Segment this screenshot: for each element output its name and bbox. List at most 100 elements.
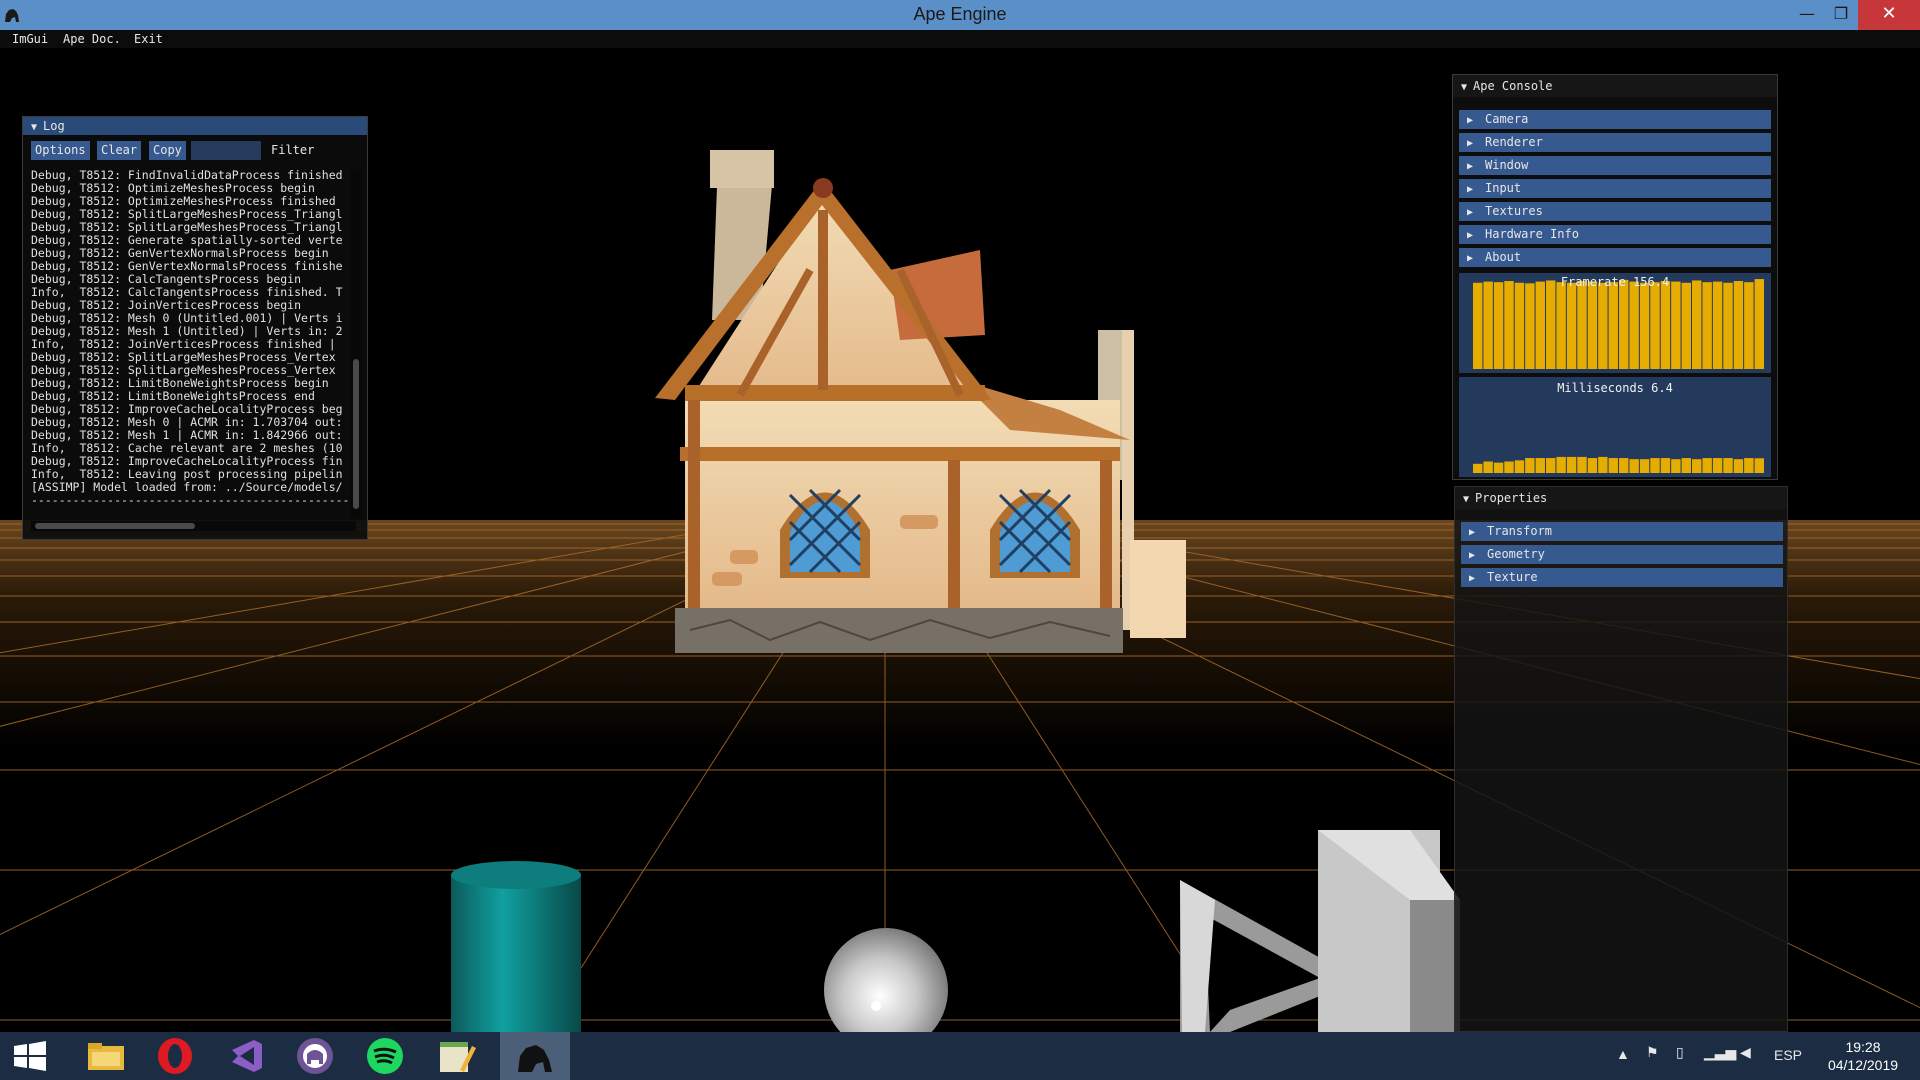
windows-start-icon[interactable] bbox=[0, 1032, 70, 1080]
clock-time: 19:28 bbox=[1845, 1039, 1881, 1055]
milliseconds-bar bbox=[1587, 458, 1598, 473]
file-explorer-icon[interactable] bbox=[70, 1032, 140, 1080]
header-transform[interactable]: ▶ Transform bbox=[1461, 522, 1783, 541]
filter-input[interactable] bbox=[191, 141, 261, 160]
expand-arrow-icon: ▶ bbox=[1467, 207, 1474, 218]
collapse-arrow-icon[interactable]: ▼ bbox=[1461, 77, 1467, 99]
milliseconds-bar bbox=[1650, 458, 1660, 473]
framerate-label: Framerate 156.4 bbox=[1560, 275, 1670, 289]
framerate-bar bbox=[1473, 282, 1483, 369]
header-label: Input bbox=[1485, 181, 1522, 195]
milliseconds-bar bbox=[1504, 461, 1514, 473]
options-button[interactable]: Options bbox=[31, 141, 90, 160]
framerate-bar bbox=[1587, 281, 1598, 369]
menu-imgui[interactable]: ImGui bbox=[12, 32, 48, 46]
title-bar: Ape Engine — ❐ ✕ bbox=[0, 0, 1920, 30]
ape-engine-taskbar-icon[interactable] bbox=[500, 1032, 570, 1080]
properties-window[interactable]: ▼ Properties ▶ Transform ▶ Geometry ▶ Textur… bbox=[1454, 486, 1788, 1032]
milliseconds-bar bbox=[1566, 456, 1577, 473]
header-input[interactable]: ▶ Input bbox=[1459, 179, 1771, 198]
device-icon[interactable]: ▯ bbox=[1676, 1044, 1684, 1080]
menu-bar: ImGui Ape Doc. Exit bbox=[0, 30, 1920, 48]
header-textures[interactable]: ▶ Textures bbox=[1459, 202, 1771, 221]
minimize-button[interactable]: — bbox=[1790, 0, 1824, 30]
expand-arrow-icon: ▶ bbox=[1467, 230, 1474, 241]
expand-arrow-icon: ▶ bbox=[1467, 161, 1474, 172]
notepad-plus-plus-icon[interactable] bbox=[420, 1032, 490, 1080]
framerate-bar bbox=[1598, 282, 1608, 369]
expand-arrow-icon: ▶ bbox=[1467, 115, 1474, 126]
header-label: Renderer bbox=[1485, 135, 1543, 149]
framerate-bar bbox=[1639, 282, 1650, 369]
collapse-arrow-icon[interactable]: ▼ bbox=[31, 119, 37, 137]
log-horizontal-scrollbar[interactable] bbox=[31, 521, 356, 531]
milliseconds-bar bbox=[1473, 463, 1483, 473]
milliseconds-bar bbox=[1629, 459, 1639, 473]
filter-label: Filter bbox=[271, 143, 315, 157]
header-label: Hardware Info bbox=[1485, 227, 1579, 241]
milliseconds-bar bbox=[1744, 458, 1754, 473]
header-hardware-info[interactable]: ▶ Hardware Info bbox=[1459, 225, 1771, 244]
milliseconds-bar bbox=[1754, 458, 1764, 473]
header-label: Transform bbox=[1487, 524, 1553, 538]
cylinder-model[interactable] bbox=[451, 861, 581, 1032]
scroll-thumb[interactable] bbox=[353, 359, 359, 509]
framerate-bar bbox=[1754, 279, 1764, 369]
milliseconds-bar bbox=[1660, 458, 1671, 473]
header-texture[interactable]: ▶ Texture bbox=[1461, 568, 1783, 587]
show-hidden-icons-icon[interactable]: ▲ bbox=[1616, 1046, 1630, 1080]
menu-exit[interactable]: Exit bbox=[134, 32, 163, 46]
milliseconds-bar bbox=[1608, 458, 1618, 473]
milliseconds-bar bbox=[1619, 458, 1629, 473]
milliseconds-bar bbox=[1514, 460, 1525, 473]
ape-console-window[interactable]: ▼ Ape Console ▶ Camera ▶ Renderer ▶ Window ▶… bbox=[1452, 74, 1778, 480]
visual-studio-icon[interactable] bbox=[210, 1032, 280, 1080]
copy-button[interactable]: Copy bbox=[149, 141, 186, 160]
log-window[interactable]: ▼ Log Options Clear Copy Filter Debug, T8… bbox=[22, 116, 368, 540]
clear-button[interactable]: Clear bbox=[97, 141, 142, 160]
framerate-plot: Framerate 156.4 bbox=[1459, 273, 1771, 373]
cube-model[interactable] bbox=[1318, 830, 1460, 1032]
framerate-bar bbox=[1608, 282, 1618, 369]
network-icon[interactable]: ▁▃▅ bbox=[1704, 1044, 1736, 1080]
milliseconds-bar bbox=[1493, 462, 1504, 473]
framerate-bar bbox=[1483, 281, 1493, 369]
github-desktop-icon[interactable] bbox=[280, 1032, 350, 1080]
milliseconds-plot: Milliseconds 6.4 bbox=[1459, 377, 1771, 477]
scroll-thumb[interactable] bbox=[35, 523, 195, 529]
milliseconds-bar bbox=[1483, 461, 1493, 473]
expand-arrow-icon: ▶ bbox=[1469, 550, 1476, 561]
console-title-bar[interactable]: ▼ Ape Console bbox=[1453, 75, 1777, 97]
console-title: Ape Console bbox=[1473, 79, 1553, 93]
clock[interactable]: 19:28 04/12/2019 bbox=[1818, 1038, 1908, 1074]
log-vertical-scrollbar[interactable] bbox=[351, 169, 361, 519]
framerate-bar bbox=[1702, 282, 1712, 369]
close-button[interactable]: ✕ bbox=[1858, 0, 1920, 30]
header-about[interactable]: ▶ About bbox=[1459, 248, 1771, 267]
menu-ape-doc[interactable]: Ape Doc. bbox=[63, 32, 121, 46]
house-model[interactable] bbox=[655, 150, 1186, 653]
language-indicator[interactable]: ESP bbox=[1774, 1047, 1802, 1080]
header-window[interactable]: ▶ Window bbox=[1459, 156, 1771, 175]
maximize-button[interactable]: ❐ bbox=[1824, 0, 1858, 30]
framerate-bar bbox=[1525, 283, 1535, 369]
framerate-bar bbox=[1493, 282, 1504, 369]
header-label: Camera bbox=[1485, 112, 1529, 126]
volume-icon[interactable]: ◀ bbox=[1740, 1044, 1751, 1080]
opera-icon[interactable] bbox=[140, 1032, 210, 1080]
header-camera[interactable]: ▶ Camera bbox=[1459, 110, 1771, 129]
framerate-bar bbox=[1671, 281, 1681, 369]
spotify-icon[interactable] bbox=[350, 1032, 420, 1080]
collapse-arrow-icon[interactable]: ▼ bbox=[1463, 489, 1469, 511]
flag-icon[interactable]: ⚑ bbox=[1646, 1044, 1659, 1080]
milliseconds-bar bbox=[1681, 458, 1691, 473]
framerate-bar bbox=[1629, 281, 1639, 369]
clock-date: 04/12/2019 bbox=[1827, 1057, 1899, 1073]
header-renderer[interactable]: ▶ Renderer bbox=[1459, 133, 1771, 152]
properties-title-bar[interactable]: ▼ Properties bbox=[1455, 487, 1787, 509]
log-title-bar[interactable]: ▼ Log bbox=[23, 117, 367, 135]
header-geometry[interactable]: ▶ Geometry bbox=[1461, 545, 1783, 564]
framerate-bar bbox=[1619, 279, 1629, 370]
milliseconds-bar bbox=[1639, 459, 1650, 473]
framerate-bar bbox=[1577, 281, 1587, 369]
